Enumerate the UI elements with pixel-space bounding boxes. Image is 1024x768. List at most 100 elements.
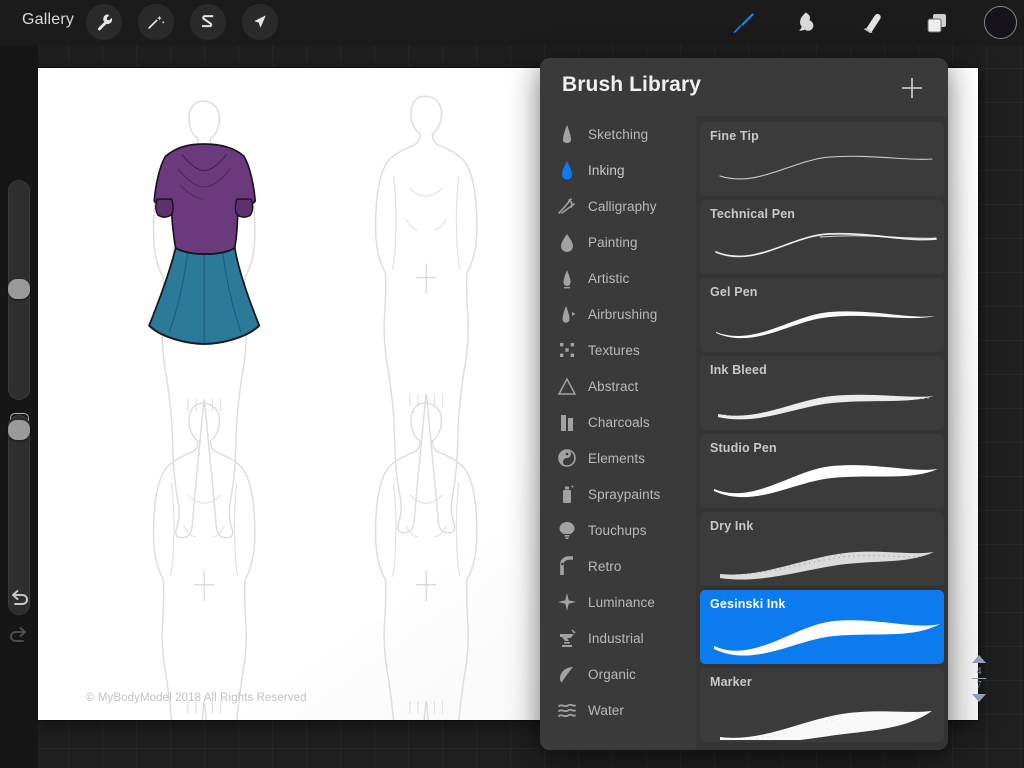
calligraphy-swash-icon bbox=[556, 195, 578, 217]
brush-list[interactable]: Fine Tip Technical Pen Gel Pen Ink Bleed Stu… bbox=[696, 116, 948, 750]
brush-name: Ink Bleed bbox=[710, 363, 767, 377]
brush-category-artistic[interactable]: Artistic bbox=[540, 260, 696, 296]
actions-wrench-icon bbox=[94, 12, 114, 32]
tool-sidebar bbox=[0, 45, 38, 768]
brush-category-organic[interactable]: Organic bbox=[540, 656, 696, 692]
selection-button[interactable] bbox=[190, 4, 226, 40]
brush-name: Technical Pen bbox=[710, 207, 795, 221]
brush-category-water[interactable]: Water bbox=[540, 692, 696, 728]
smudge-icon bbox=[793, 9, 821, 37]
gallery-button[interactable]: Gallery bbox=[14, 8, 82, 32]
brush-library-panel: Brush Library Sketching Inking Calligraphy… bbox=[540, 58, 948, 750]
page-down-icon[interactable] bbox=[972, 694, 986, 702]
abstract-triangle-icon bbox=[556, 375, 578, 397]
panel-title: Brush Library bbox=[562, 73, 701, 97]
brush-category-retro[interactable]: Retro bbox=[540, 548, 696, 584]
brush-category-label: Water bbox=[588, 703, 624, 718]
layers-button[interactable] bbox=[920, 6, 954, 39]
brush-name: Dry Ink bbox=[710, 519, 753, 533]
page-divider bbox=[972, 678, 986, 679]
brush-category-airbrushing[interactable]: Airbrushing bbox=[540, 296, 696, 332]
brush-name: Gel Pen bbox=[710, 285, 758, 299]
brush-item-gel-pen[interactable]: Gel Pen bbox=[700, 278, 944, 352]
brush-item-marker[interactable]: Marker bbox=[700, 668, 944, 742]
brush-category-spraypaints[interactable]: Spraypaints bbox=[540, 476, 696, 512]
brush-item-gesinski-ink[interactable]: Gesinski Ink bbox=[700, 590, 944, 664]
brush-category-painting[interactable]: Painting bbox=[540, 224, 696, 260]
brush-category-label: Textures bbox=[588, 343, 640, 358]
sketching-pencil-icon bbox=[556, 123, 578, 145]
smudge-button[interactable] bbox=[790, 6, 824, 39]
brush-category-label: Luminance bbox=[588, 595, 655, 610]
brush-category-label: Airbrushing bbox=[588, 307, 657, 322]
brush-size-slider[interactable] bbox=[8, 180, 30, 400]
page-up-icon[interactable] bbox=[972, 655, 986, 663]
textures-dots-icon bbox=[556, 339, 578, 361]
brush-category-charcoals[interactable]: Charcoals bbox=[540, 404, 696, 440]
brush-category-label: Elements bbox=[588, 451, 645, 466]
brush-category-inking[interactable]: Inking bbox=[540, 152, 696, 188]
adjustments-wand-button[interactable] bbox=[138, 4, 174, 40]
adjustments-wand-icon bbox=[146, 12, 166, 32]
opacity-slider[interactable] bbox=[8, 415, 30, 615]
painting-drop-icon bbox=[556, 231, 578, 253]
brush-category-label: Charcoals bbox=[588, 415, 650, 430]
water-waves-icon bbox=[556, 699, 578, 721]
outfit-illustration bbox=[149, 144, 259, 344]
page-navigator[interactable]: 4 7 bbox=[966, 643, 992, 713]
brush-category-label: Touchups bbox=[588, 523, 647, 538]
brush-item-fine-tip[interactable]: Fine Tip bbox=[700, 122, 944, 196]
color-swatch-button[interactable] bbox=[984, 6, 1017, 39]
add-brush-plus-icon[interactable] bbox=[898, 74, 926, 102]
brush-stroke-preview bbox=[700, 300, 944, 350]
brush-category-calligraphy[interactable]: Calligraphy bbox=[540, 188, 696, 224]
retro-curve-icon bbox=[556, 555, 578, 577]
brush-category-touchups[interactable]: Touchups bbox=[540, 512, 696, 548]
brush-stroke-preview bbox=[700, 144, 944, 194]
brush-category-list[interactable]: Sketching Inking Calligraphy Painting Artist… bbox=[540, 116, 696, 750]
brush-category-elements[interactable]: Elements bbox=[540, 440, 696, 476]
selection-s-icon bbox=[198, 12, 218, 32]
croquis-figure-1 bbox=[149, 101, 259, 538]
brush-item-dry-ink[interactable]: Dry Ink bbox=[700, 512, 944, 586]
spraypaints-can-icon bbox=[556, 483, 578, 505]
brush-size-thumb[interactable] bbox=[8, 279, 30, 299]
brush-name: Studio Pen bbox=[710, 441, 777, 455]
undo-icon[interactable] bbox=[7, 586, 31, 610]
brush-category-textures[interactable]: Textures bbox=[540, 332, 696, 368]
brush-category-label: Spraypaints bbox=[588, 487, 660, 502]
brush-item-studio-pen[interactable]: Studio Pen bbox=[700, 434, 944, 508]
redo-icon[interactable] bbox=[7, 623, 31, 647]
industrial-anvil-icon bbox=[556, 627, 578, 649]
brush-category-luminance[interactable]: Luminance bbox=[540, 584, 696, 620]
brush-category-industrial[interactable]: Industrial bbox=[540, 620, 696, 656]
brush-item-ink-bleed[interactable]: Ink Bleed bbox=[700, 356, 944, 430]
airbrushing-spray-icon bbox=[556, 303, 578, 325]
brush-category-label: Retro bbox=[588, 559, 622, 574]
brush-category-label: Artistic bbox=[588, 271, 629, 286]
brush-category-label: Organic bbox=[588, 667, 636, 682]
transform-button[interactable] bbox=[242, 4, 278, 40]
paint-button[interactable] bbox=[726, 6, 760, 39]
touchups-bulb-icon bbox=[556, 519, 578, 541]
brush-category-label: Industrial bbox=[588, 631, 644, 646]
top-toolbar: Gallery bbox=[0, 0, 1024, 45]
brush-category-label: Painting bbox=[588, 235, 638, 250]
brush-stroke-preview bbox=[700, 534, 944, 584]
brush-stroke-preview bbox=[700, 690, 944, 740]
opacity-thumb[interactable] bbox=[8, 420, 30, 440]
brush-stroke-preview bbox=[700, 456, 944, 506]
luminance-sparkle-icon bbox=[556, 591, 578, 613]
brush-category-sketching[interactable]: Sketching bbox=[540, 116, 696, 152]
brush-stroke-preview bbox=[700, 378, 944, 428]
brush-stroke-preview bbox=[700, 222, 944, 272]
brush-category-label: Inking bbox=[588, 163, 625, 178]
paint-brush-icon bbox=[729, 9, 757, 37]
actions-wrench-button[interactable] bbox=[86, 4, 122, 40]
brush-item-technical-pen[interactable]: Technical Pen bbox=[700, 200, 944, 274]
croquis-figure-4 bbox=[376, 403, 477, 720]
brush-category-abstract[interactable]: Abstract bbox=[540, 368, 696, 404]
elements-yinyang-icon bbox=[556, 447, 578, 469]
eraser-button[interactable] bbox=[855, 6, 889, 39]
brush-name: Fine Tip bbox=[710, 129, 759, 143]
